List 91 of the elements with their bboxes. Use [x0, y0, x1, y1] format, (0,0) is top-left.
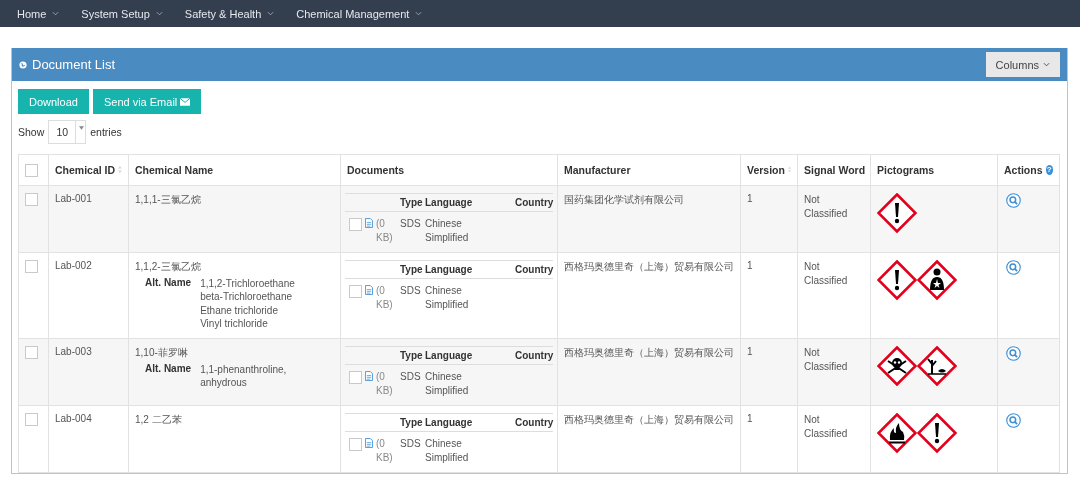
alt-name-label: Alt. Name [145, 276, 192, 290]
nav-menu-item[interactable]: System Setup [81, 7, 163, 20]
caret-down-icon [79, 126, 85, 130]
document-type: SDS [400, 436, 422, 451]
column-header: Pictograms [877, 163, 935, 176]
manufacturer: 国药集团化学试剂有限公司 [564, 193, 684, 205]
chemical-name: 1,1,2-三氯乙烷 [135, 259, 202, 274]
entries-label: entries [90, 126, 122, 138]
signal-word: Not Classified [804, 259, 849, 288]
document-subheader: Type [400, 263, 424, 275]
file-size: (0 KB) [376, 436, 393, 465]
document-subheader: Country [515, 349, 554, 361]
nav-menu-item[interactable]: Chemical Management [296, 7, 423, 20]
document-language: Chinese Simplified [425, 369, 470, 398]
document-subheader: Language [425, 263, 474, 275]
chevron-down-icon [52, 11, 60, 16]
file-size: (0 KB) [376, 283, 393, 312]
document-subheader: Type [400, 349, 424, 361]
alt-name: Vinyl trichloride [200, 317, 269, 331]
envelope-icon [180, 97, 191, 106]
document-subheader: Country [515, 263, 554, 275]
document-subheader: Language [425, 416, 474, 428]
panel-title: Document List [32, 57, 116, 72]
document-subheader: Country [515, 196, 554, 208]
column-header: Documents [347, 163, 405, 176]
chemical-id: Lab-001 [55, 192, 92, 204]
document-subheader: Language [425, 349, 474, 361]
alt-name: beta-Trichloroethane [200, 290, 294, 304]
row-checkbox[interactable] [25, 412, 38, 426]
file-size: (0 KB) [376, 216, 393, 245]
document-type: SDS [400, 369, 422, 384]
document-icon[interactable] [365, 437, 373, 448]
alt-name: 1,1,2-Trichloroethane [200, 276, 296, 291]
file-size: (0 KB) [376, 369, 393, 398]
document-language: Chinese Simplified [425, 436, 470, 465]
entries-select[interactable]: 10 [48, 120, 87, 144]
chemical-id: Lab-002 [55, 259, 92, 271]
chemical-name: 1,2 二乙苯 [135, 412, 183, 427]
row-checkbox[interactable] [25, 345, 38, 359]
document-language: Chinese Simplified [425, 216, 470, 245]
version: 1 [747, 345, 753, 357]
column-header: Manufacturer [564, 163, 631, 176]
nav-menu-item[interactable]: Safety & Health [184, 7, 275, 20]
document-language: Chinese Simplified [425, 283, 470, 312]
row-checkbox[interactable] [25, 259, 38, 273]
document-checkbox[interactable] [349, 284, 362, 298]
chemical-id: Lab-003 [55, 345, 92, 357]
document-icon[interactable] [365, 217, 373, 228]
document-subheader: Country [515, 416, 554, 428]
version: 1 [747, 259, 753, 271]
version: 1 [747, 412, 753, 424]
manufacturer: 西格玛奥德里奇（上海）贸易有限公司 [564, 346, 734, 358]
view-details-icon[interactable] [1006, 412, 1021, 428]
document-icon[interactable] [365, 370, 373, 381]
version: 1 [747, 192, 753, 204]
manufacturer: 西格玛奥德里奇（上海）贸易有限公司 [564, 260, 734, 272]
column-header: Signal Word [804, 163, 866, 176]
document-type: SDS [400, 283, 422, 298]
chevron-down-icon [267, 11, 275, 16]
nav-menu-item[interactable]: Home [17, 7, 60, 20]
chevron-down-icon [415, 11, 423, 16]
column-header: Actions [1004, 163, 1043, 176]
chevron-down-icon [155, 11, 163, 16]
signal-word: Not Classified [804, 412, 849, 441]
signal-word: Not Classified [804, 192, 849, 221]
show-label: Show [18, 126, 45, 138]
document-checkbox[interactable] [349, 437, 362, 451]
alt-name: Ethane trichloride [200, 303, 279, 318]
document-checkbox[interactable] [349, 370, 362, 384]
document-subheader: Type [400, 196, 424, 208]
chemical-name: 1,10-菲罗啉 [135, 345, 189, 360]
signal-word: Not Classified [804, 345, 849, 374]
document-type: SDS [400, 216, 422, 231]
chemical-name: 1,1,1-三氯乙烷 [135, 192, 202, 207]
chemical-id: Lab-004 [55, 412, 92, 424]
view-details-icon[interactable] [1006, 345, 1021, 361]
select-all-checkbox[interactable] [25, 163, 38, 177]
globe-icon [19, 60, 27, 69]
document-checkbox[interactable] [349, 217, 362, 231]
view-details-icon[interactable] [1006, 192, 1021, 208]
document-icon[interactable] [365, 284, 373, 295]
view-details-icon[interactable] [1006, 259, 1021, 275]
document-subheader: Type [400, 416, 424, 428]
manufacturer: 西格玛奥德里奇（上海）贸易有限公司 [564, 413, 734, 425]
chevron-down-icon [1043, 62, 1050, 67]
columns-dropdown-button[interactable]: Columns [985, 52, 1060, 77]
alt-name-label: Alt. Name [145, 362, 192, 376]
column-header: Chemical Name [135, 163, 214, 176]
row-checkbox[interactable] [25, 192, 38, 206]
alt-name: 1,1-phenanthroline, anhydrous [200, 362, 288, 390]
document-subheader: Language [425, 196, 474, 208]
